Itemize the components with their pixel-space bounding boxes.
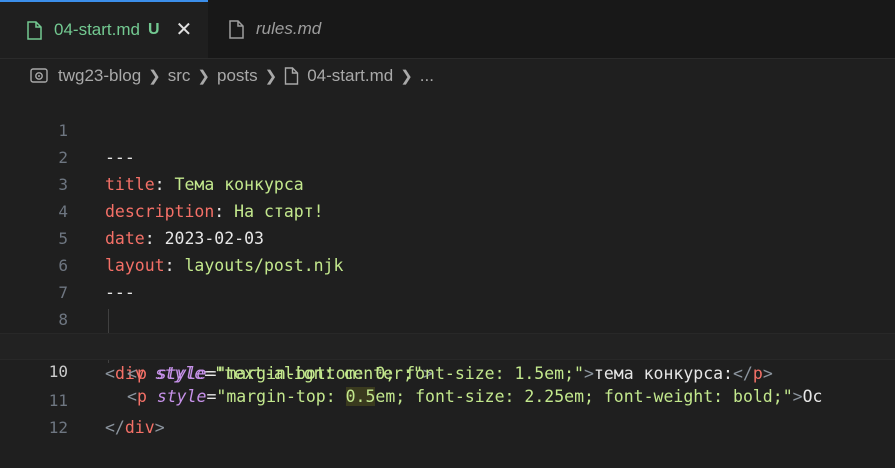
untracked-badge: U — [147, 21, 160, 38]
code-editor[interactable]: 1 --- 2 title: Тема конкурса 3 descripti… — [0, 90, 895, 437]
code-line[interactable]: 6 --- — [0, 225, 895, 302]
tag-name: div — [124, 418, 155, 437]
close-icon[interactable]: ✕ — [176, 20, 193, 40]
line-text: </div> — [105, 414, 165, 441]
chevron-right-icon: ❯ — [400, 68, 413, 85]
tab-title: 04-start.md — [54, 20, 140, 39]
code-line[interactable]: 2 title: Тема конкурса — [0, 117, 895, 194]
breadcrumb-item-symbols[interactable]: ... — [420, 66, 434, 86]
tab-rules[interactable]: rules.md — [208, 0, 368, 58]
tab-04-start[interactable]: 04-start.md U ✕ — [0, 0, 208, 58]
line-number: 12 — [48, 418, 68, 437]
breadcrumb-item-file[interactable]: 04-start.md — [284, 66, 393, 86]
code-line[interactable]: 12 — [0, 387, 895, 437]
code-line-current[interactable]: 10 <p style="margin-top: 0.5em; font-siz… — [0, 333, 895, 406]
code-line[interactable]: 7 — [0, 252, 895, 302]
breadcrumb-item-src[interactable]: src — [168, 66, 191, 86]
tab-title: rules.md — [256, 19, 322, 38]
breadcrumb-item-posts[interactable]: posts — [217, 66, 258, 86]
code-line[interactable]: 9 <p style="margin-bottom: 0; font-size:… — [0, 306, 895, 383]
tab-bar: 04-start.md U ✕ rules.md — [0, 0, 895, 59]
breadcrumb-label: twg23-blog — [58, 66, 142, 85]
code-line[interactable]: 4 date: 2023-02-03 — [0, 171, 895, 248]
tag-bracket: > — [154, 418, 165, 437]
code-line[interactable]: 3 description: На старт! — [0, 144, 895, 221]
code-line[interactable]: 5 layout: layouts/post.njk — [0, 198, 895, 275]
breadcrumb-label: posts — [217, 66, 258, 85]
repo-icon — [30, 67, 50, 85]
file-icon — [26, 20, 42, 40]
code-line[interactable]: 11 </div> — [0, 360, 895, 437]
code-line[interactable]: 1 --- — [0, 90, 895, 167]
chevron-right-icon: ❯ — [264, 68, 278, 85]
code-line[interactable]: 8 ⌄ <div style="text-align: center;"> — [0, 279, 895, 383]
chevron-right-icon: ❯ — [197, 68, 210, 85]
breadcrumb: twg23-blog ❯ src ❯ posts ❯ 04-start.md ❯… — [0, 59, 895, 93]
breadcrumb-label: ... — [419, 66, 434, 85]
chevron-right-icon: ❯ — [148, 68, 161, 85]
file-icon — [284, 67, 299, 85]
tag-bracket: </ — [105, 418, 125, 437]
breadcrumb-label: src — [167, 66, 191, 85]
file-icon — [228, 19, 244, 39]
breadcrumb-item-repo[interactable]: twg23-blog — [30, 66, 141, 86]
breadcrumb-label: 04-start.md — [307, 66, 394, 85]
